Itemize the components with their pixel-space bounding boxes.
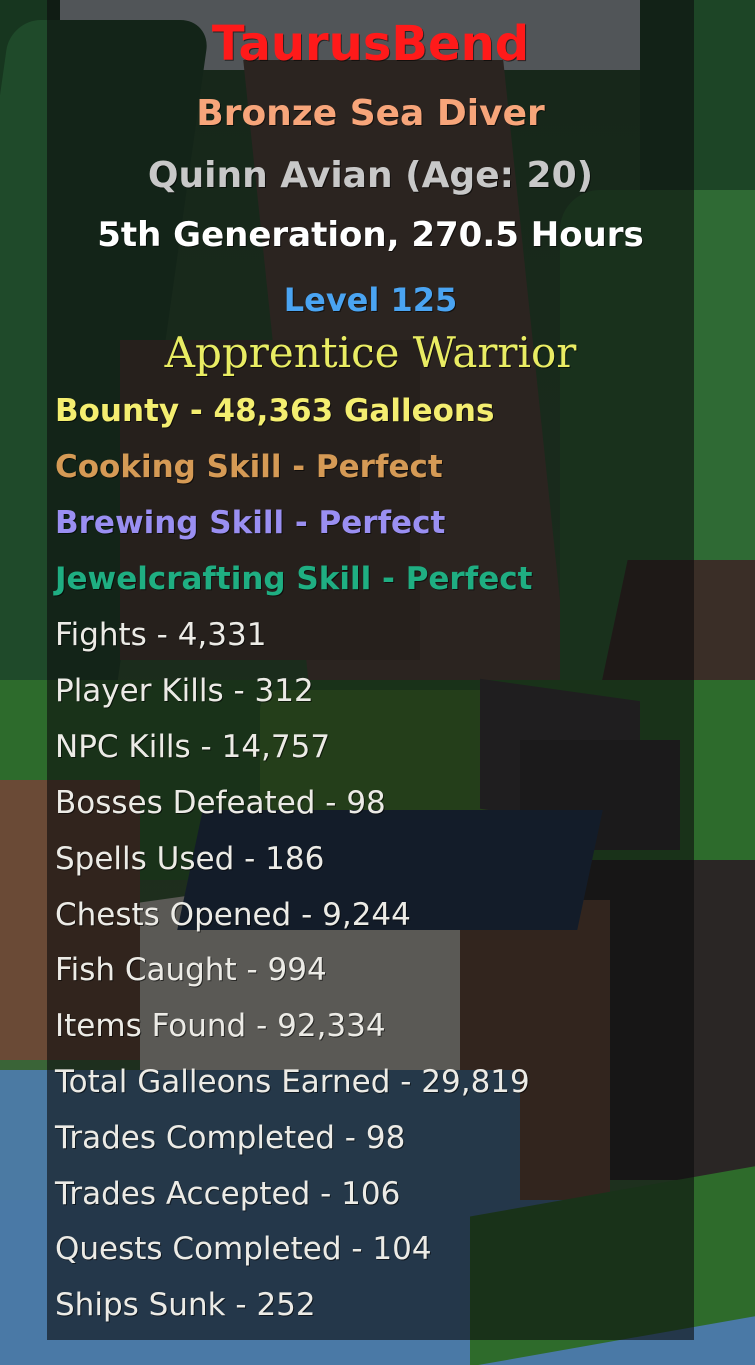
skill-label: Brewing Skill -	[55, 505, 319, 541]
player-title: Bronze Sea Diver	[196, 93, 545, 134]
bounty-stat: Bounty - 48,363 Galleons	[55, 393, 495, 429]
stat-player-kills: Player Kills - 312	[55, 673, 314, 709]
stat-items-found: Items Found - 92,334	[55, 1008, 386, 1044]
generation-hours: 5th Generation, 270.5 Hours	[97, 215, 644, 255]
stat-quests-completed: Quests Completed - 104	[55, 1231, 432, 1267]
player-stats-panel: TaurusBend Bronze Sea Diver Quinn Avian …	[47, 0, 694, 1340]
player-rank: Apprentice Warrior	[164, 328, 577, 377]
skill-value: Perfect	[405, 561, 533, 597]
stat-ships-sunk: Ships Sunk - 252	[55, 1287, 316, 1323]
stat-trades-completed: Trades Completed - 98	[55, 1120, 406, 1156]
player-name: TaurusBend	[211, 16, 530, 72]
stat-bosses-defeated: Bosses Defeated - 98	[55, 785, 386, 821]
stat-npc-kills: NPC Kills - 14,757	[55, 729, 331, 765]
stat-chests-opened: Chests Opened - 9,244	[55, 897, 411, 933]
jewelcrafting-skill: Jewelcrafting Skill - Perfect	[47, 564, 694, 595]
skill-label: Cooking Skill -	[55, 449, 316, 485]
stat-total-galleons-earned: Total Galleons Earned - 29,819	[55, 1064, 530, 1100]
player-level: Level 125	[283, 281, 458, 319]
skill-label: Jewelcrafting Skill -	[55, 561, 406, 597]
brewing-skill: Brewing Skill - Perfect	[47, 508, 694, 539]
stat-spells-used: Spells Used - 186	[55, 841, 325, 877]
stat-fish-caught: Fish Caught - 994	[55, 952, 327, 988]
stat-fights: Fights - 4,331	[55, 617, 267, 653]
skill-value: Perfect	[315, 449, 443, 485]
cooking-skill: Cooking Skill - Perfect	[47, 452, 694, 483]
character-name-age: Quinn Avian (Age: 20)	[147, 155, 594, 196]
skill-value: Perfect	[318, 505, 446, 541]
stat-trades-accepted: Trades Accepted - 106	[55, 1176, 401, 1212]
